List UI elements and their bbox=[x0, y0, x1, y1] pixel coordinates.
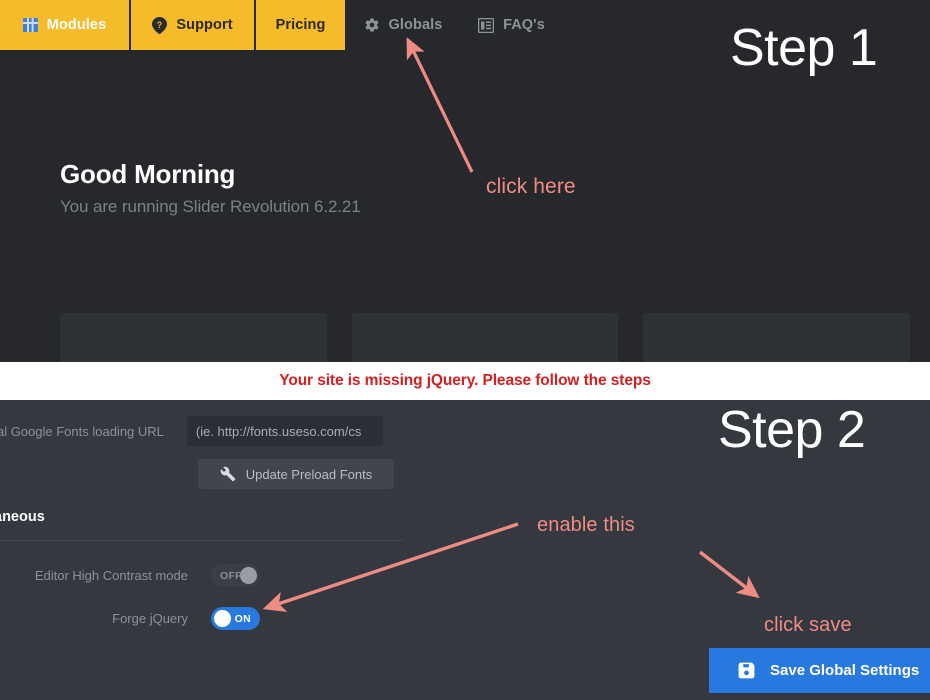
save-global-settings-label: Save Global Settings bbox=[770, 662, 920, 679]
grid-icon bbox=[22, 18, 38, 32]
step2-heading: Step 2 bbox=[718, 401, 866, 459]
greeting-subtitle: You are running Slider Revolution 6.2.21 bbox=[60, 196, 361, 216]
update-preload-fonts-label: Update Preload Fonts bbox=[245, 466, 373, 482]
wrench-icon bbox=[220, 466, 236, 482]
miscellaneous-section-header: aneous bbox=[0, 509, 45, 525]
google-fonts-url-label: tional Google Fonts loading URL bbox=[0, 423, 164, 439]
dashboard-card[interactable]: △ bbox=[643, 313, 911, 362]
jquery-warning-banner: Your site is missing jQuery. Please foll… bbox=[0, 362, 930, 400]
section-divider bbox=[0, 540, 404, 541]
forge-jquery-toggle[interactable]: ON bbox=[211, 607, 260, 630]
dashboard-cards: ☷ ◢ △ bbox=[60, 313, 911, 362]
nav-tab-modules-label: Modules bbox=[46, 17, 107, 33]
forge-jquery-label: Forge jQuery bbox=[112, 611, 188, 626]
dashboard-card[interactable]: ☷ bbox=[60, 313, 327, 362]
toggle-knob bbox=[214, 610, 231, 627]
update-preload-fonts-button[interactable]: Update Preload Fonts bbox=[198, 459, 394, 489]
nav-tab-pricing-label: Pricing bbox=[275, 17, 326, 33]
screenshot-composite: Modules ? Support Pricing Globals FAQ's … bbox=[0, 0, 930, 700]
greeting-block: Good Morning You are running Slider Revo… bbox=[60, 159, 361, 217]
nav-tab-modules[interactable]: Modules bbox=[0, 0, 129, 50]
editor-high-contrast-row: Editor High Contrast mode OFF bbox=[0, 564, 260, 587]
nav-tab-faqs[interactable]: FAQ's bbox=[459, 0, 564, 50]
step1-heading: Step 1 bbox=[730, 19, 878, 77]
nav-tab-pricing[interactable]: Pricing bbox=[256, 0, 345, 50]
editor-high-contrast-toggle[interactable]: OFF bbox=[211, 564, 260, 587]
question-pin-icon: ? bbox=[152, 16, 168, 34]
forge-jquery-state: ON bbox=[234, 612, 251, 625]
forge-jquery-row: Forge jQuery ON bbox=[0, 607, 260, 630]
dashboard-card[interactable]: ◢ bbox=[351, 313, 619, 362]
save-global-settings-button[interactable]: Save Global Settings bbox=[709, 648, 930, 693]
editor-high-contrast-state: OFF bbox=[220, 569, 242, 582]
svg-text:?: ? bbox=[157, 20, 163, 30]
greeting-title: Good Morning bbox=[60, 159, 236, 189]
nav-tab-support[interactable]: ? Support bbox=[131, 0, 254, 50]
book-icon bbox=[478, 17, 495, 33]
google-fonts-url-row: tional Google Fonts loading URL bbox=[0, 416, 383, 446]
nav-tab-globals[interactable]: Globals bbox=[347, 0, 459, 50]
toggle-knob bbox=[240, 567, 257, 584]
save-floppy-icon bbox=[737, 661, 756, 680]
step1-panel: Modules ? Support Pricing Globals FAQ's … bbox=[0, 0, 930, 362]
nav-tab-support-label: Support bbox=[176, 17, 233, 33]
google-fonts-url-input[interactable] bbox=[186, 416, 383, 446]
gear-icon bbox=[364, 17, 380, 33]
jquery-warning-text: Your site is missing jQuery. Please foll… bbox=[279, 372, 651, 389]
nav-tab-globals-label: Globals bbox=[388, 17, 443, 33]
editor-high-contrast-label: Editor High Contrast mode bbox=[34, 568, 188, 583]
nav-tab-faqs-label: FAQ's bbox=[503, 17, 545, 33]
